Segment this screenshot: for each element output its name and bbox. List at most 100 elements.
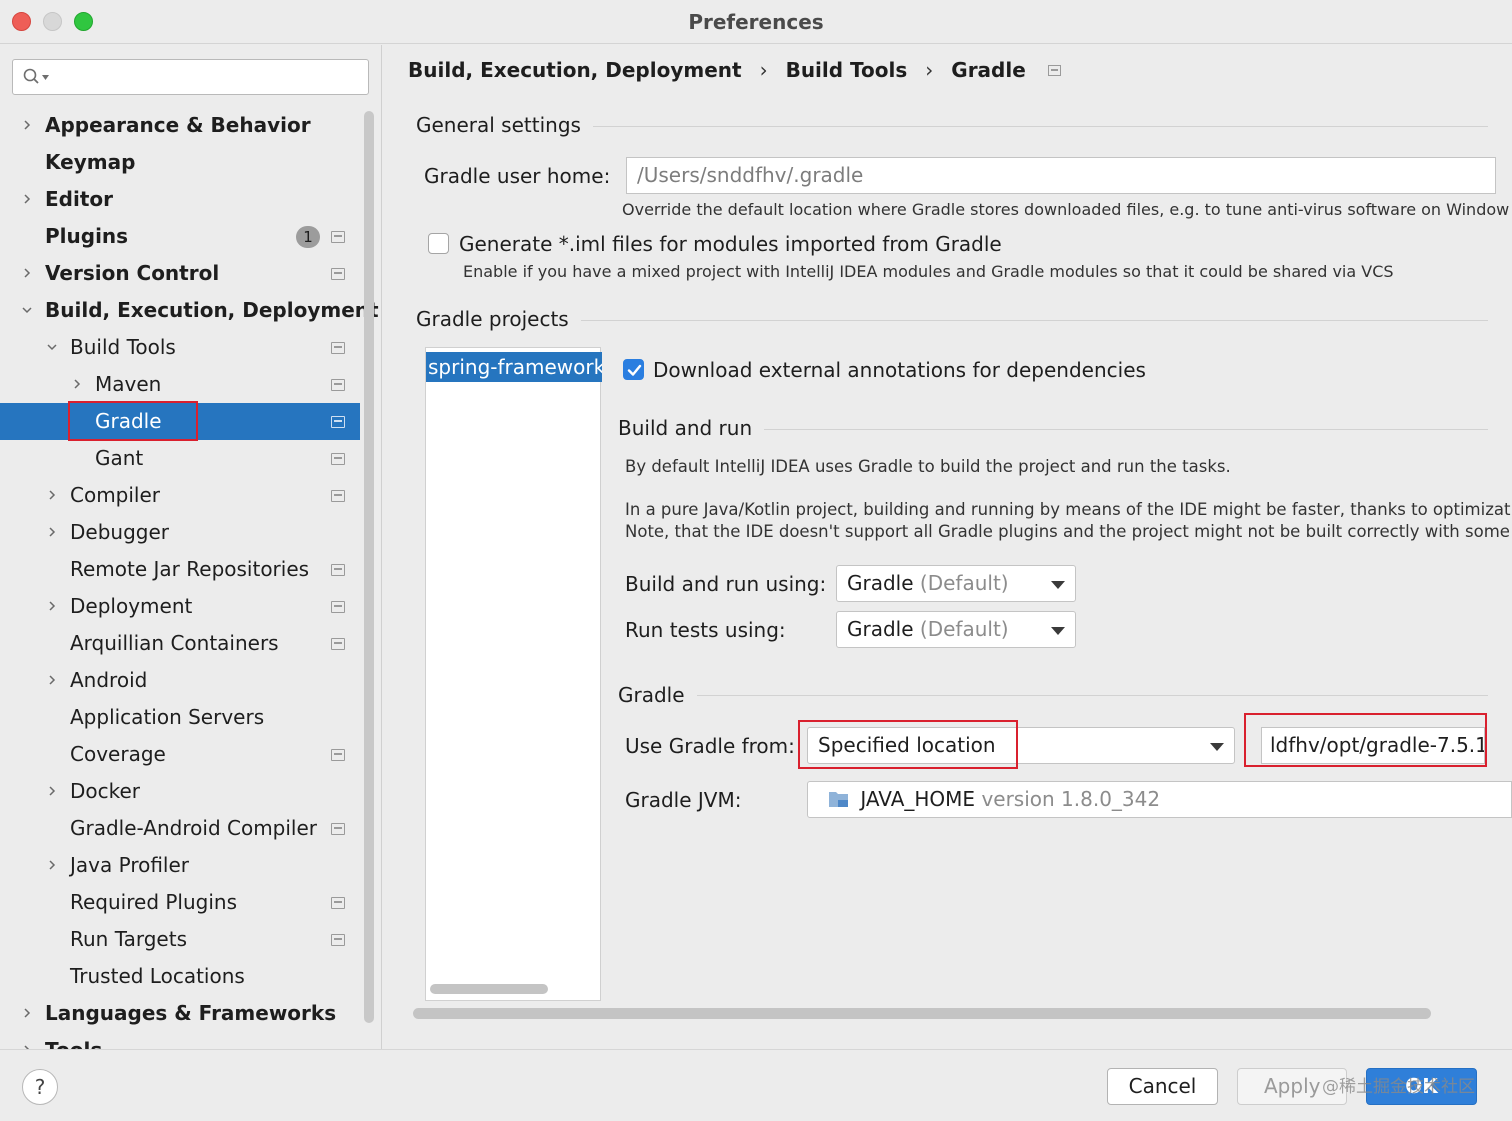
chevron-right-icon[interactable] [47,601,57,611]
chevron-down-icon [1051,580,1065,589]
general-settings-title: General settings [416,113,593,137]
build-run-using-dropdown[interactable]: Gradle (Default) [836,565,1076,602]
sidebar-item-run-targets[interactable]: Run Targets [0,921,360,958]
sidebar-item-appearance-behavior[interactable]: Appearance & Behavior [0,107,360,144]
project-level-config-icon [331,823,345,835]
content-horizontal-scrollbar[interactable] [413,1008,1431,1019]
build-run-note-line2: Note, that the IDE doesn't support all G… [625,522,1512,541]
chevron-down-icon [1210,742,1224,751]
sidebar-item-version-control[interactable]: Version Control [0,255,360,292]
sidebar-item-compiler[interactable]: Compiler [0,477,360,514]
sidebar-item-android[interactable]: Android [0,662,360,699]
chevron-right-icon[interactable] [47,860,57,870]
section-divider [688,695,1488,696]
sidebar-item-label: Android [70,668,148,692]
build-and-run-title: Build and run [618,416,765,440]
settings-search-input[interactable] [12,59,369,95]
breadcrumb-item-gradle: Gradle [951,58,1026,82]
cancel-button[interactable]: Cancel [1107,1068,1218,1105]
highlight-box-gradle [68,401,198,441]
gradle-user-home-label: Gradle user home: [424,164,611,188]
sidebar-item-build-execution-deployment[interactable]: Build, Execution, Deployment [0,292,379,329]
section-divider [753,429,1488,430]
sidebar-item-application-servers[interactable]: Application Servers [0,699,360,736]
build-run-note-line1: In a pure Java/Kotlin project, building … [625,500,1512,519]
chevron-down-icon[interactable] [47,342,57,352]
sidebar-item-plugins[interactable]: Plugins 1 [0,218,360,255]
chevron-right-icon[interactable] [22,120,32,130]
watermark-text: @稀土掘金技术社区 [1322,1077,1475,1097]
sidebar-item-build-tools[interactable]: Build Tools [0,329,360,366]
chevron-right-icon[interactable] [47,675,57,685]
sidebar-item-arquillian-containers[interactable]: Arquillian Containers [0,625,360,662]
project-item-spring-framework[interactable]: spring-framework [426,352,602,382]
sidebar-item-label: Run Targets [70,927,188,951]
folder-icon [829,792,848,807]
section-divider [583,126,1488,127]
highlight-box-gradle-location [1244,713,1487,767]
run-tests-using-dropdown[interactable]: Gradle (Default) [836,611,1076,648]
project-level-config-icon [331,601,345,613]
sidebar-item-deployment[interactable]: Deployment [0,588,360,625]
download-annotations-label[interactable]: Download external annotations for depend… [653,358,1146,382]
settings-tree: Appearance & Behavior Keymap Editor Plugins… [0,107,379,1049]
project-level-config-icon [331,453,345,465]
projects-list-scrollbar[interactable] [430,984,548,994]
sidebar-item-trusted-locations[interactable]: Trusted Locations [0,958,360,995]
gradle-jvm-version: version 1.8.0_342 [981,787,1161,811]
chevron-right-icon[interactable] [22,1008,32,1018]
sidebar-item-editor[interactable]: Editor [0,181,360,218]
sidebar-item-languages-frameworks[interactable]: Languages & Frameworks [0,995,360,1032]
gradle-jvm-dropdown[interactable]: JAVA_HOME version 1.8.0_342 [807,781,1512,818]
generate-iml-checkbox[interactable] [428,233,449,254]
chevron-right-icon[interactable] [72,379,82,389]
chevron-right-icon[interactable] [47,490,57,500]
default-suffix: (Default) [919,617,1009,641]
sidebar-item-gradle-android-compiler[interactable]: Gradle-Android Compiler [0,810,360,847]
sidebar-item-label: Gant [95,446,144,470]
window-title: Preferences [688,10,824,34]
project-level-config-icon [331,268,345,280]
generate-iml-label[interactable]: Generate *.iml files for modules importe… [459,232,1002,256]
settings-content: Build, Execution, Deployment › Build Too… [383,45,1512,1049]
chevron-right-icon[interactable] [22,194,32,204]
sidebar-item-label: Appearance & Behavior [45,113,311,137]
chevron-right-icon[interactable] [47,786,57,796]
sidebar-item-gant[interactable]: Gant [0,440,360,477]
sidebar-item-java-profiler[interactable]: Java Profiler [0,847,360,884]
breadcrumb-item-build-tools[interactable]: Build Tools [786,58,908,82]
build-run-description: By default IntelliJ IDEA uses Gradle to … [625,457,1231,476]
sidebar-item-debugger[interactable]: Debugger [0,514,360,551]
default-suffix: (Default) [919,571,1009,595]
project-level-config-icon [1047,64,1061,76]
chevron-right-icon[interactable] [22,268,32,278]
sidebar-scrollbar[interactable] [364,111,374,1023]
highlight-box-use-gradle-from [798,720,1018,769]
chevron-right-icon[interactable] [47,527,57,537]
sidebar-item-tools[interactable]: Tools [0,1032,360,1049]
sidebar-item-keymap[interactable]: Keymap [0,144,360,181]
gradle-user-home-input[interactable]: /Users/snddfhv/.gradle [626,157,1496,194]
sidebar-item-label: Version Control [45,261,220,285]
sidebar-item-maven[interactable]: Maven [0,366,360,403]
sidebar-item-label: Required Plugins [70,890,238,914]
project-level-config-icon [331,379,345,391]
gradle-projects-list[interactable]: spring-framework [425,347,602,1001]
gradle-projects-title: Gradle projects [416,307,581,331]
project-level-config-icon [331,231,345,243]
sidebar-item-docker[interactable]: Docker [0,773,360,810]
project-level-config-icon [331,897,345,909]
project-level-config-icon [331,342,345,354]
sidebar-item-required-plugins[interactable]: Required Plugins [0,884,360,921]
help-button[interactable]: ? [22,1069,58,1105]
gradle-jvm-label: Gradle JVM: [625,788,742,812]
breadcrumb-item-build-execution-deployment[interactable]: Build, Execution, Deployment [408,58,742,82]
sidebar-item-remote-jar-repositories[interactable]: Remote Jar Repositories [0,551,360,588]
project-level-config-icon [331,934,345,946]
chevron-down-icon[interactable] [22,305,32,315]
search-icon [23,68,39,84]
sidebar-item-gradle[interactable]: Gradle [0,401,360,441]
sidebar-item-label: Maven [95,372,162,396]
sidebar-item-coverage[interactable]: Coverage [0,736,360,773]
download-annotations-checkbox[interactable] [623,359,644,380]
